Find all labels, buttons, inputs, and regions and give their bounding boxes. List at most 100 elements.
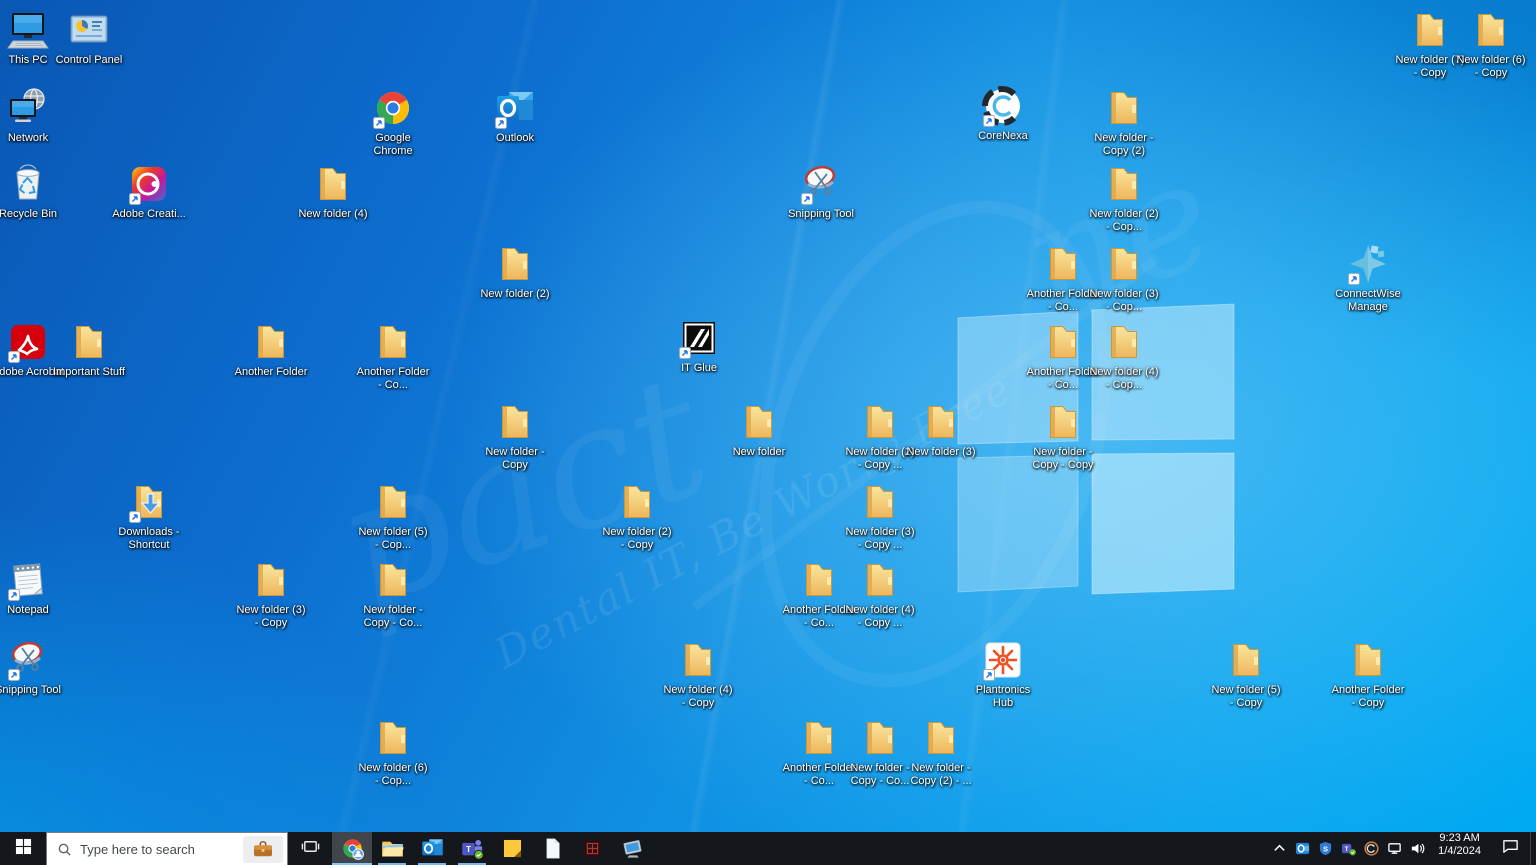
- desktop-icon-important-stuff[interactable]: Important Stuff: [52, 320, 126, 379]
- volume-tray-icon[interactable]: [1406, 832, 1429, 865]
- desktop-icon-label: New folder (6) - Cop...: [358, 762, 428, 787]
- desktop-icon-another-folder[interactable]: Another Folder: [234, 320, 308, 379]
- action-center-button[interactable]: [1490, 832, 1530, 865]
- desktop-icon-label: New folder (5) - Copy: [1211, 684, 1281, 709]
- desktop-icon-new-folder-4[interactable]: New folder (4): [296, 162, 370, 221]
- desktop-icon-connectwise-manage[interactable]: ConnectWise Manage: [1331, 242, 1405, 314]
- shortcut-arrow-icon: [801, 193, 813, 205]
- chrome-icon: [371, 86, 415, 130]
- folder-icon: [858, 716, 902, 760]
- desktop-icon-downloads-shortcut[interactable]: Downloads - Shortcut: [112, 480, 186, 552]
- desktop-icon-new-folder-4-cop[interactable]: New folder (4) - Cop...: [1087, 320, 1161, 392]
- taskbar-outlook-button[interactable]: [412, 832, 452, 865]
- folder-icon: [797, 558, 841, 602]
- corenexa-icon: [981, 84, 1025, 128]
- desktop-icon-snipping-tool-left[interactable]: Snipping Tool: [0, 638, 65, 697]
- taskbar-teams-button[interactable]: T: [452, 832, 492, 865]
- taskbar: T S T 9:23 AM 1/4/2024: [0, 832, 1536, 865]
- desktop-icon-label: New folder (3) - Copy ...: [845, 526, 915, 551]
- desktop-icon-new-folder-3-cop[interactable]: New folder (3) - Cop...: [1087, 242, 1161, 314]
- desktop-icon-label: Snipping Tool: [0, 684, 61, 696]
- start-button[interactable]: [0, 832, 46, 865]
- desktop-icon-outlook[interactable]: Outlook: [478, 86, 552, 145]
- shortcut-arrow-icon: [495, 117, 507, 129]
- desktop-icon-snipping-tool-top[interactable]: Snipping Tool: [784, 162, 858, 221]
- desktop-icon-new-folder-copy-2[interactable]: New folder - Copy (2): [1087, 86, 1161, 158]
- desktop-icon-new-folder-2-cop[interactable]: New folder (2) - Cop...: [1087, 162, 1161, 234]
- outlook-tray-icon[interactable]: [1291, 832, 1314, 865]
- desktop-icon-new-folder-5-cop[interactable]: New folder (5) - Cop...: [356, 480, 430, 552]
- desktop-icon-new-folder-3[interactable]: New folder (3): [904, 400, 978, 459]
- desktop-icon-new-folder-copy-co[interactable]: New folder - Copy - Co...: [356, 558, 430, 630]
- desktop-icon-another-folder-co-2[interactable]: Another Folder - Co...: [356, 320, 430, 392]
- desktop-icon-another-folder-copy[interactable]: Another Folder - Copy: [1331, 638, 1405, 710]
- plantronics-icon: [981, 638, 1025, 682]
- desktop-icon-label: Control Panel: [55, 54, 123, 66]
- recycle-icon: [6, 162, 50, 206]
- desktop-icon-new-folder-copy-2-dots[interactable]: New folder - Copy (2) - ...: [904, 716, 978, 788]
- desktop-icon-label: New folder (6) - Copy: [1456, 54, 1526, 79]
- folder-icon: [797, 716, 841, 760]
- folder-icon: [1041, 320, 1085, 364]
- search-input[interactable]: [78, 840, 237, 858]
- connectwise-icon: [1346, 242, 1390, 286]
- network-tray-icon[interactable]: [1383, 832, 1406, 865]
- desktop-icon-new-folder[interactable]: New folder: [722, 400, 796, 459]
- desktop-icon-new-folder-copy-copy[interactable]: New folder - Copy - Copy: [1026, 400, 1100, 472]
- security-shield-tray-icon[interactable]: S: [1314, 832, 1337, 865]
- taskbar-device-app-button[interactable]: [612, 832, 652, 865]
- desktop-icon-it-glue[interactable]: IT Glue: [662, 316, 736, 375]
- desktop-icon-label: IT Glue: [681, 362, 717, 374]
- desktop-icon-label: Important Stuff: [53, 366, 125, 378]
- task-view-button[interactable]: [288, 832, 332, 865]
- desktop-icon-notepad[interactable]: Notepad: [0, 558, 65, 617]
- search-highlight-briefcase-icon[interactable]: [243, 835, 283, 863]
- desktop-icon-label: Another Folder - Co...: [356, 366, 430, 391]
- pc-icon: [6, 8, 50, 52]
- taskbar-document-app-button[interactable]: [532, 832, 572, 865]
- desktop-icon-label: New folder (4) - Cop...: [1089, 366, 1159, 391]
- taskbar-clock[interactable]: 9:23 AM 1/4/2024: [1429, 832, 1490, 865]
- desktop-icon-new-folder-6-copy[interactable]: New folder (6) - Copy: [1454, 8, 1528, 80]
- desktop-icon-google-chrome[interactable]: Google Chrome: [356, 86, 430, 158]
- taskbar-file-explorer-button[interactable]: [372, 832, 412, 865]
- desktop-icon-label: New folder (3) - Copy: [236, 604, 306, 629]
- desktop-icon-new-folder-2-copy[interactable]: New folder (2) - Copy: [600, 480, 674, 552]
- desktop-icon-new-folder-copy[interactable]: New folder - Copy: [478, 400, 552, 472]
- desktop-icon-recycle-bin[interactable]: Recycle Bin: [0, 162, 65, 221]
- folder-icon: [249, 558, 293, 602]
- desktop-icon-new-folder-4-copy[interactable]: New folder (4) - Copy: [661, 638, 735, 710]
- folder-icon: [493, 242, 537, 286]
- desktop-icon-adobe-creative-cloud[interactable]: Adobe Creati...: [112, 162, 186, 221]
- taskbar-dark-red-grid-app-button[interactable]: [572, 832, 612, 865]
- desktop-icon-network[interactable]: Network: [0, 86, 65, 145]
- desktop-icon-plantronics-hub[interactable]: Plantronics Hub: [966, 638, 1040, 710]
- desktop-icon-label: Another Folder - Copy: [1331, 684, 1405, 709]
- teams-tray-icon[interactable]: T: [1337, 832, 1360, 865]
- svg-text:T: T: [1345, 846, 1349, 853]
- taskbar-search-box[interactable]: [46, 832, 288, 865]
- desktop-icon-label: Outlook: [496, 132, 534, 144]
- desktop-icon-new-folder-4-copy-dots[interactable]: New folder (4) - Copy ...: [843, 558, 917, 630]
- desktop-icon-new-folder-3-copy-dots[interactable]: New folder (3) - Copy ...: [843, 480, 917, 552]
- desktop-icon-new-folder-5-copy[interactable]: New folder (5) - Copy: [1209, 638, 1283, 710]
- desktop-icon-new-folder-2[interactable]: New folder (2): [478, 242, 552, 301]
- shortcut-arrow-icon: [8, 589, 20, 601]
- folder-icon: [1102, 242, 1146, 286]
- taskbar-sticky-notes-button[interactable]: [492, 832, 532, 865]
- desktop-icon-label: New folder (4): [298, 208, 368, 220]
- desktop-icon-control-panel[interactable]: Control Panel: [52, 8, 126, 67]
- taskbar-chrome-button[interactable]: [332, 832, 372, 865]
- show-desktop-button[interactable]: [1530, 832, 1536, 865]
- outlook-icon: [493, 86, 537, 130]
- desktop-icon-new-folder-3-copy[interactable]: New folder (3) - Copy: [234, 558, 308, 630]
- desktop-icon-label: New folder - Copy - Co...: [363, 604, 423, 629]
- folder-icon: [371, 558, 415, 602]
- hidden-icons-chevron-icon[interactable]: [1268, 832, 1291, 865]
- itglue-icon: [677, 316, 721, 360]
- desktop-icon-new-folder-6-cop[interactable]: New folder (6) - Cop...: [356, 716, 430, 788]
- desktop-icon-corenexa[interactable]: CoreNexa: [966, 84, 1040, 143]
- folder-icon: [1224, 638, 1268, 682]
- desktop-icon-label: New folder (5) - Cop...: [358, 526, 428, 551]
- agent-tray-icon[interactable]: [1360, 832, 1383, 865]
